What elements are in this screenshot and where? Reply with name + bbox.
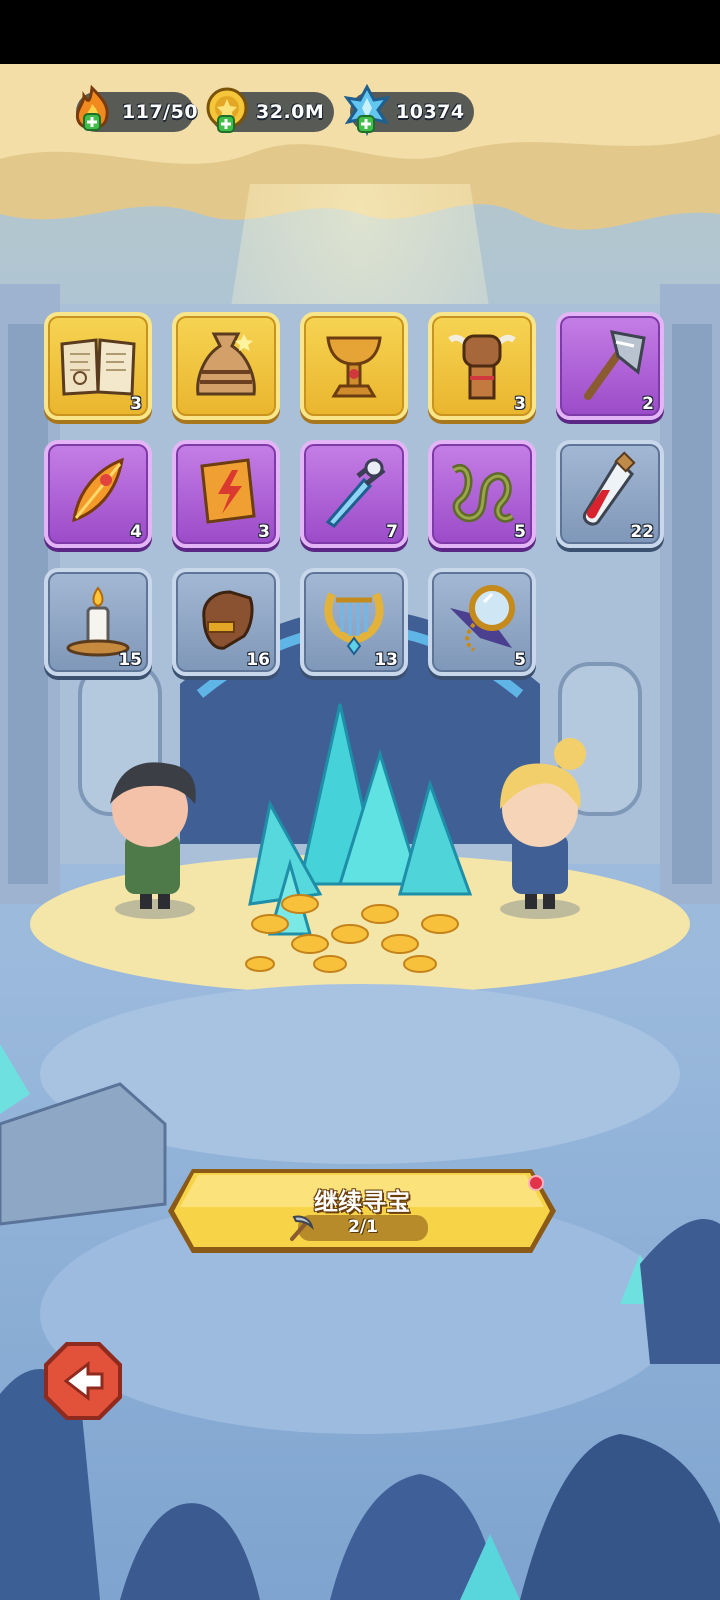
item-red-potion[interactable]: 22 <box>556 440 664 548</box>
item-magic-mirror[interactable]: 5 <box>428 568 536 676</box>
ice-sword-icon <box>325 458 386 528</box>
item-count: 3 <box>258 522 270 542</box>
progress-text: 2/1 <box>348 1217 378 1237</box>
item-cloth-sack[interactable] <box>172 312 280 420</box>
item-leather-glove[interactable]: 16 <box>172 568 280 676</box>
item-bull-totem[interactable]: 3 <box>428 312 536 420</box>
goblet-icon <box>326 336 382 398</box>
item-thorn-vines[interactable]: 5 <box>428 440 536 548</box>
status-bar <box>0 0 720 64</box>
item-lightning-tome[interactable]: 3 <box>172 440 280 548</box>
mirror-icon <box>450 585 515 652</box>
gold-value: 32.0M <box>256 101 325 123</box>
item-battle-axe[interactable]: 2 <box>556 312 664 420</box>
energy-value: 117/50 <box>122 101 199 123</box>
thorn-vines-icon <box>451 464 515 523</box>
gold-coin-icon <box>206 87 248 133</box>
item-golden-lyre[interactable]: 13 <box>300 568 408 676</box>
item-spell-book[interactable]: 3 <box>44 312 152 420</box>
continue-treasure-hunt-button[interactable]: 继续寻宝 2/1 <box>166 1167 558 1255</box>
item-count: 22 <box>630 522 654 542</box>
item-golden-goblet[interactable] <box>300 312 408 420</box>
gold-counter[interactable]: 32.0M <box>206 87 334 133</box>
energy-counter[interactable]: 117/50 <box>75 84 198 132</box>
item-count: 3 <box>130 394 142 414</box>
item-count: 3 <box>514 394 526 414</box>
flame-icon <box>75 84 109 131</box>
item-count: 5 <box>514 650 526 670</box>
lightning-tome-icon <box>200 458 256 524</box>
spell-book-icon <box>60 338 136 396</box>
item-count: 2 <box>642 394 654 414</box>
game-screen: 117/50 32.0M 10374 3 3 2 4 3 7 5 22 15 1… <box>0 0 720 1600</box>
item-count: 13 <box>374 650 398 670</box>
feather-icon <box>72 457 124 523</box>
progress-bar: 2/1 <box>298 1215 428 1241</box>
item-count: 4 <box>130 522 142 542</box>
crystal-value: 10374 <box>396 101 465 123</box>
bull-totem-icon <box>448 334 516 400</box>
item-count: 16 <box>246 650 270 670</box>
item-count: 15 <box>118 650 142 670</box>
battle-axe-icon <box>584 330 646 400</box>
item-phoenix-feather[interactable]: 4 <box>44 440 152 548</box>
blue-crystal-icon <box>344 84 390 136</box>
item-count: 7 <box>386 522 398 542</box>
item-candle[interactable]: 15 <box>44 568 152 676</box>
back-button[interactable] <box>42 1340 124 1422</box>
continue-label: 继续寻宝 <box>314 1188 410 1216</box>
crystal-counter[interactable]: 10374 <box>344 84 474 136</box>
cloth-sack-icon <box>196 332 256 396</box>
notification-dot <box>528 1175 544 1191</box>
item-ice-sword[interactable]: 7 <box>300 440 408 548</box>
pickaxe-icon <box>290 1215 314 1241</box>
item-count: 5 <box>514 522 526 542</box>
